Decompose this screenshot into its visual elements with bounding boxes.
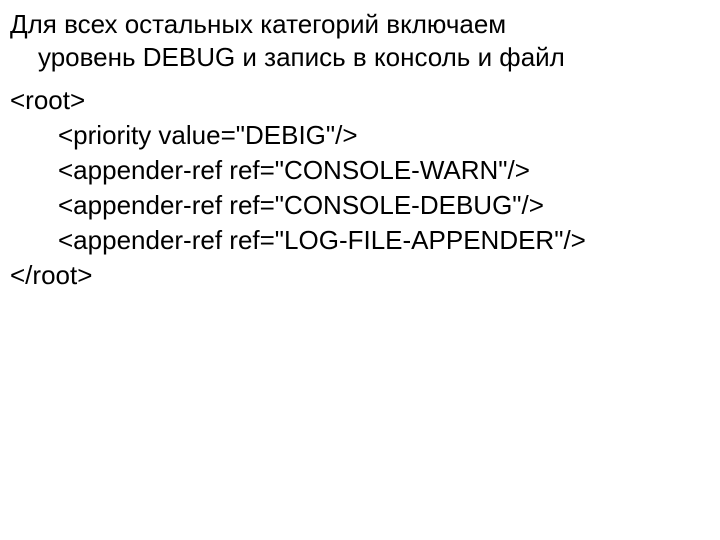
code-root-close: </root> bbox=[10, 258, 710, 293]
heading-line-2: уровень DEBUG и запись в консоль и файл bbox=[10, 41, 710, 74]
code-appender-debug: <appender-ref ref="CONSOLE-DEBUG"/> bbox=[10, 188, 710, 223]
slide-heading: Для всех остальных категорий включаем ур… bbox=[10, 8, 710, 73]
code-appender-warn: <appender-ref ref="CONSOLE-WARN"/> bbox=[10, 153, 710, 188]
code-block: <root> <priority value="DEBIG"/> <append… bbox=[10, 83, 710, 294]
code-appender-logfile: <appender-ref ref="LOG-FILE-APPENDER"/> bbox=[10, 223, 710, 258]
code-root-open: <root> bbox=[10, 83, 710, 118]
slide-content: Для всех остальных категорий включаем ур… bbox=[0, 0, 720, 302]
code-priority: <priority value="DEBIG"/> bbox=[10, 118, 710, 153]
heading-line-1: Для всех остальных категорий включаем bbox=[10, 9, 506, 39]
